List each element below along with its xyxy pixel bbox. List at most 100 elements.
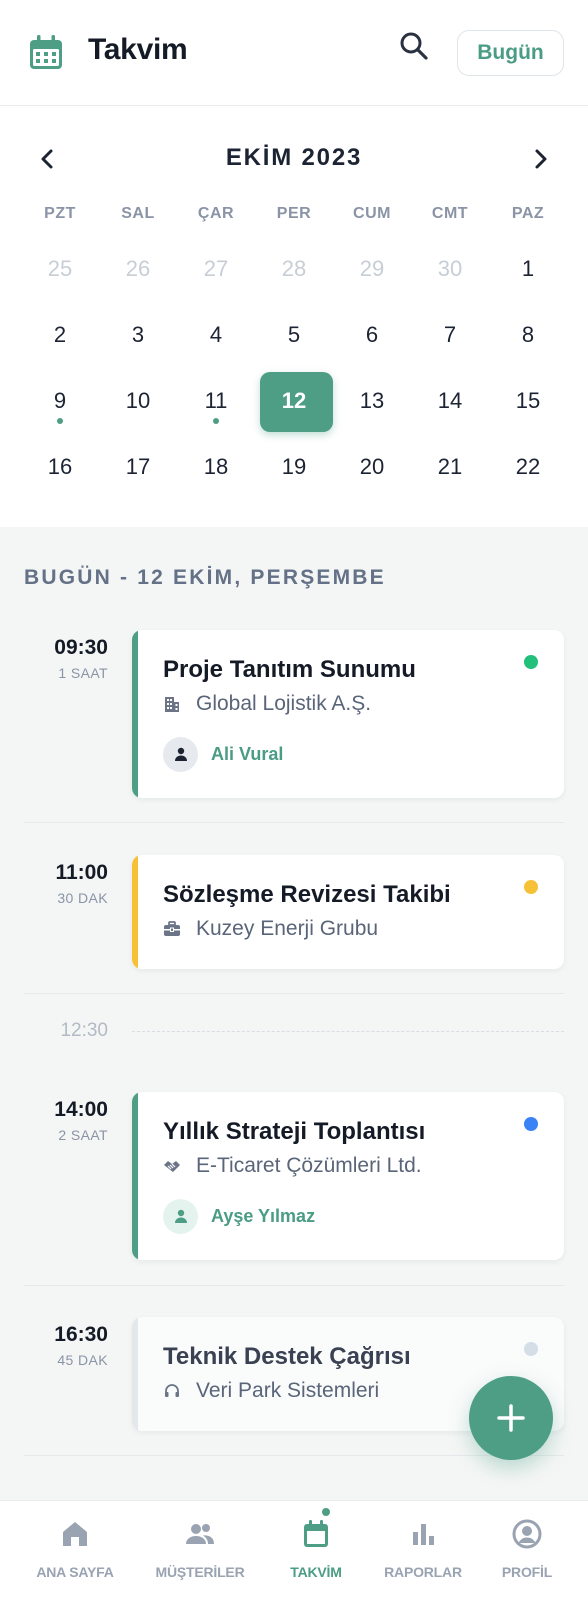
day-cell[interactable]: 20 — [333, 434, 411, 500]
tab-calendar[interactable]: TAKVİM — [276, 1501, 356, 1600]
event-title: Teknik Destek Çağrısı — [163, 1343, 411, 1370]
day-cell[interactable]: 10 — [99, 368, 177, 434]
weekday-label: CUM — [353, 205, 391, 222]
tab-label: ANA SAYFA — [36, 1564, 114, 1580]
search-icon[interactable] — [398, 30, 430, 62]
event-company: Veri Park Sistemleri — [163, 1379, 379, 1403]
month-navigation: EKİM 2023 — [0, 141, 588, 177]
event-title: Yıllık Strateji Toplantısı — [163, 1118, 426, 1145]
day-cell-with-event[interactable]: 9 — [21, 368, 99, 434]
event-start-time: 16:30 — [54, 1323, 108, 1346]
event-color-bar — [132, 855, 138, 969]
tab-label: TAKVİM — [290, 1564, 342, 1580]
profile-icon — [512, 1519, 542, 1549]
day-cell-prev-month[interactable]: 29 — [333, 236, 411, 302]
event-dot — [213, 418, 219, 424]
day-cell-prev-month[interactable]: 27 — [177, 236, 255, 302]
event-card[interactable]: Proje Tanıtım Sunumu Global Lojistik A.Ş… — [132, 630, 564, 798]
event-status-dot — [524, 1117, 538, 1131]
day-cell[interactable]: 8 — [489, 302, 567, 368]
day-cell[interactable]: 22 — [489, 434, 567, 500]
event-time: 11:00 30 DAK — [0, 861, 108, 906]
day-number: 11 — [204, 388, 228, 413]
weekday-label: PAZ — [511, 205, 545, 222]
event-duration: 45 DAK — [57, 1352, 108, 1368]
weekday-label: PER — [276, 205, 312, 222]
event-status-dot — [524, 880, 538, 894]
calendar-week: 16 17 18 19 20 21 22 — [21, 434, 567, 500]
active-tab-indicator — [322, 1508, 330, 1516]
event-start-time: 11:00 — [55, 861, 108, 884]
event-assignee: Ayşe Yılmaz — [163, 1198, 315, 1234]
agenda-section-title: BUGÜN - 12 EKİM, PERŞEMBE — [24, 566, 386, 589]
day-cell[interactable]: 16 — [21, 434, 99, 500]
event-duration: 2 SAAT — [58, 1127, 108, 1143]
users-icon — [186, 1524, 214, 1544]
day-cell[interactable]: 7 — [411, 302, 489, 368]
tab-home[interactable]: ANA SAYFA — [30, 1501, 120, 1600]
day-cell-prev-month[interactable]: 28 — [255, 236, 333, 302]
day-cell[interactable]: 14 — [411, 368, 489, 434]
event-company: E-Ticaret Çözümleri Ltd. — [163, 1154, 422, 1178]
tab-profile[interactable]: PROFİL — [492, 1501, 562, 1600]
day-cell[interactable]: 2 — [21, 302, 99, 368]
event-duration: 30 DAK — [57, 890, 108, 906]
free-slot-line[interactable] — [132, 1031, 564, 1032]
event-title: Proje Tanıtım Sunumu — [163, 656, 416, 683]
home-icon — [63, 1522, 87, 1546]
avatar — [163, 1198, 198, 1234]
calendar-week: 2 3 4 5 6 7 8 — [21, 302, 567, 368]
today-button[interactable]: Bugün — [457, 30, 564, 76]
day-cell-prev-month[interactable]: 26 — [99, 236, 177, 302]
weekday-header: PZT SAL ÇAR PER CUM CMT PAZ — [21, 205, 567, 225]
event-card[interactable]: Yıllık Strateji Toplantısı E-Ticaret Çöz… — [132, 1092, 564, 1260]
headset-icon — [165, 1384, 179, 1397]
event-time: 16:30 45 DAK — [0, 1323, 108, 1368]
weekday-label: ÇAR — [197, 205, 235, 222]
month-label: EKİM 2023 — [225, 144, 363, 171]
day-cell[interactable]: 17 — [99, 434, 177, 500]
day-grid: 25 26 27 28 29 30 1 2 3 4 5 6 7 8 9 10 1… — [21, 236, 567, 500]
day-cell[interactable]: 4 — [177, 302, 255, 368]
chevron-right-icon[interactable] — [526, 145, 554, 173]
event-company-name: Global Lojistik A.Ş. — [196, 692, 372, 715]
person-icon — [174, 1209, 187, 1223]
day-cell-selected[interactable]: 12 — [255, 368, 333, 434]
tab-reports[interactable]: RAPORLAR — [378, 1501, 468, 1600]
event-start-time: 09:30 — [54, 636, 108, 659]
event-assignee: Ali Vural — [163, 736, 283, 772]
tab-label: PROFİL — [501, 1564, 553, 1580]
day-cell[interactable]: 15 — [489, 368, 567, 434]
day-number: 9 — [53, 388, 67, 413]
day-cell[interactable]: 13 — [333, 368, 411, 434]
divider — [24, 1285, 564, 1286]
divider — [24, 822, 564, 823]
day-cell[interactable]: 18 — [177, 434, 255, 500]
day-cell[interactable]: 6 — [333, 302, 411, 368]
event-company-name: Kuzey Enerji Grubu — [196, 917, 379, 940]
tab-customers[interactable]: MÜŞTERİLER — [150, 1501, 250, 1600]
day-cell-with-event[interactable]: 11 — [177, 368, 255, 434]
event-title: Sözleşme Revizesi Takibi — [163, 881, 451, 908]
divider — [24, 1455, 564, 1456]
day-cell-prev-month[interactable]: 30 — [411, 236, 489, 302]
day-cell[interactable]: 21 — [411, 434, 489, 500]
day-cell[interactable]: 1 — [489, 236, 567, 302]
weekday-label: SAL — [121, 205, 155, 222]
page-title: Takvim — [88, 33, 188, 66]
add-event-button[interactable] — [469, 1376, 553, 1460]
briefcase-icon — [164, 921, 180, 936]
tab-label: MÜŞTERİLER — [155, 1564, 245, 1580]
free-slot-time: 12:30 — [60, 1020, 108, 1041]
weekday-label: PZT — [44, 205, 76, 222]
day-cell-prev-month[interactable]: 25 — [21, 236, 99, 302]
day-cell[interactable]: 5 — [255, 302, 333, 368]
event-company-name: E-Ticaret Çözümleri Ltd. — [196, 1154, 422, 1177]
event-start-time: 14:00 — [54, 1098, 108, 1121]
event-company-name: Veri Park Sistemleri — [196, 1379, 380, 1402]
event-company: Kuzey Enerji Grubu — [163, 917, 378, 941]
event-card[interactable]: Sözleşme Revizesi Takibi Kuzey Enerji Gr… — [132, 855, 564, 969]
weekday-label: CMT — [431, 205, 469, 222]
day-cell[interactable]: 3 — [99, 302, 177, 368]
day-cell[interactable]: 19 — [255, 434, 333, 500]
